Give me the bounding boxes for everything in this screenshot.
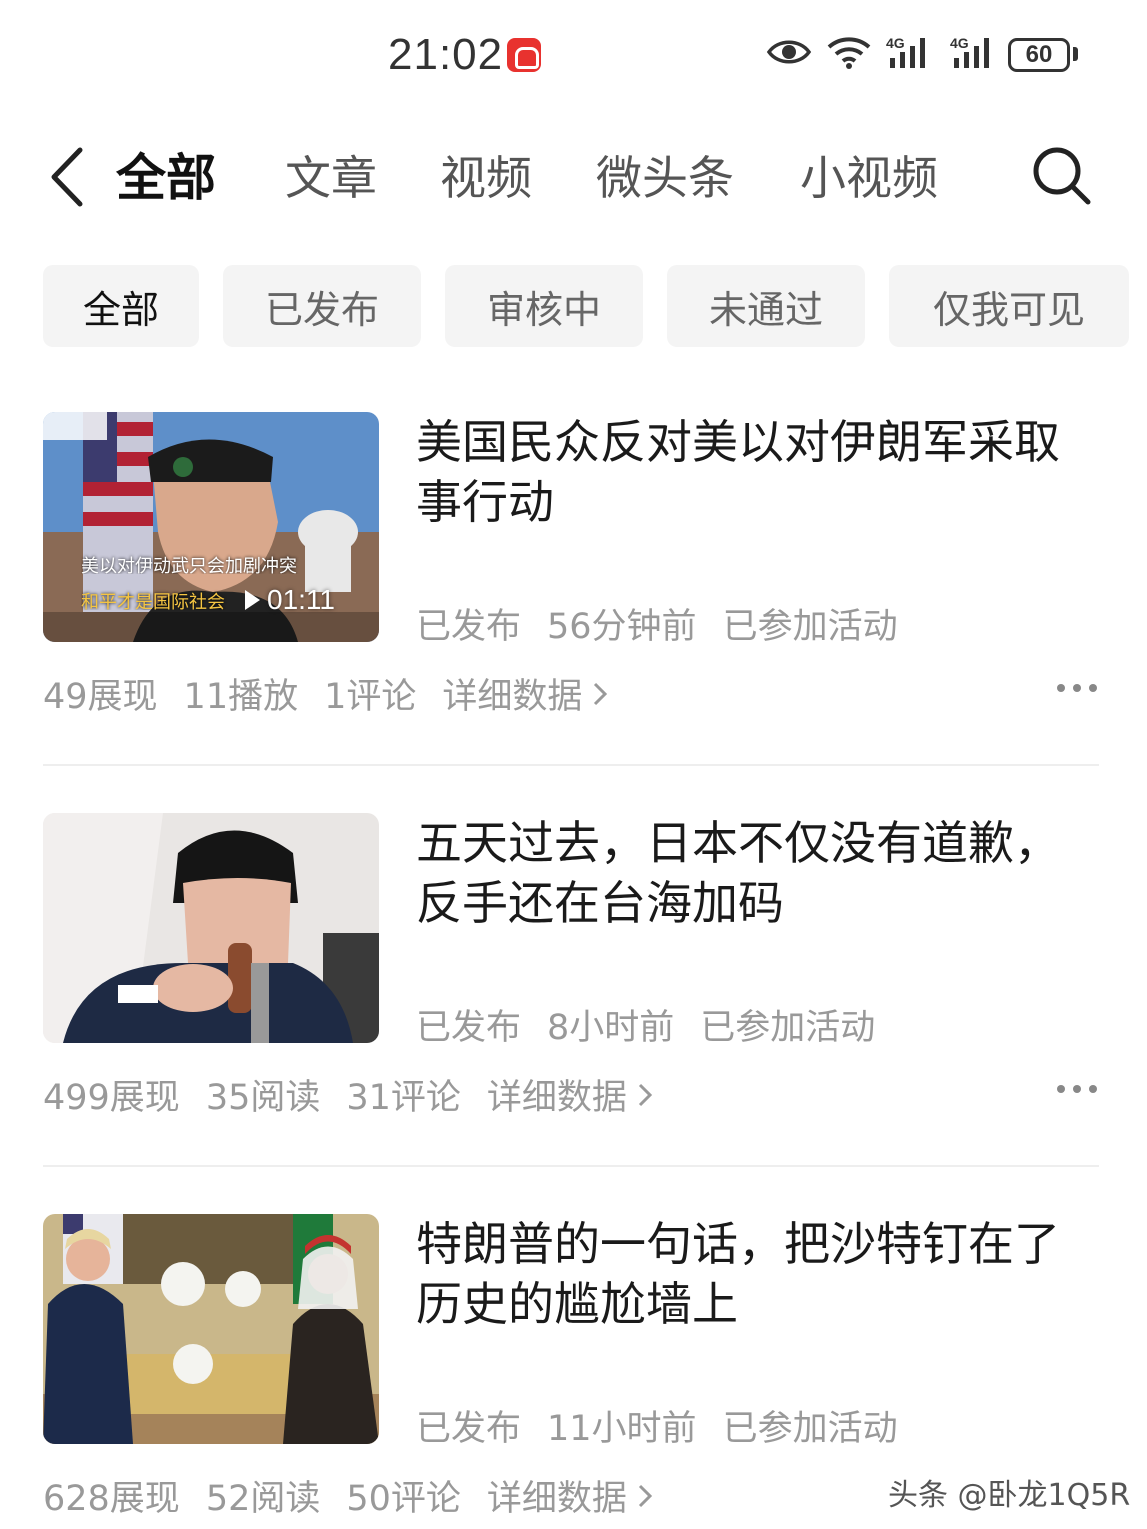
detail-data-link[interactable]: 详细数据 xyxy=(487,1470,653,1521)
battery-cap xyxy=(1073,47,1078,61)
detail-data-link[interactable]: 详细数据 xyxy=(487,1069,653,1120)
network-label-2: 4G xyxy=(950,35,969,51)
watermark: 头条 @卧龙1Q5R xyxy=(888,1478,1131,1513)
thumbnail-image xyxy=(43,1214,379,1444)
eye-icon xyxy=(766,40,812,64)
impressions-count: 49展现 xyxy=(43,677,158,717)
status-bar: 21:02 4G 4G 60 xyxy=(0,0,1147,110)
publish-time: 56分钟前 xyxy=(547,607,697,647)
signal-icon-1: 4G xyxy=(886,35,925,68)
status-time: 21:02 xyxy=(388,30,504,79)
reads-count: 35阅读 xyxy=(205,1078,321,1118)
reads-count: 52阅读 xyxy=(205,1479,321,1519)
item-meta: 已发布 8小时前 已参加活动 xyxy=(416,999,875,1050)
tab-all[interactable]: 全部 xyxy=(116,138,216,210)
article-thumbnail[interactable] xyxy=(43,813,379,1043)
app-notification-icon xyxy=(507,38,541,72)
wifi-icon xyxy=(827,37,871,69)
filter-under-review[interactable]: 审核中 xyxy=(445,265,643,347)
search-icon[interactable] xyxy=(1030,144,1092,206)
tab-articles[interactable]: 文章 xyxy=(285,142,377,208)
signal-icon-2: 4G xyxy=(950,35,989,68)
article-thumbnail[interactable] xyxy=(43,1214,379,1444)
item-title[interactable]: 五天过去，日本不仅没有道歉，反手还在台海加码 xyxy=(416,813,1096,933)
publish-status: 已发布 xyxy=(416,1008,522,1048)
filter-all[interactable]: 全部 xyxy=(43,265,199,347)
video-thumbnail[interactable]: 美以对伊动武只会加剧冲突 和平才是国际社会 01:11 xyxy=(43,412,379,642)
network-label-1: 4G xyxy=(886,35,905,51)
publish-status: 已发布 xyxy=(416,1409,522,1449)
back-arrow-icon[interactable] xyxy=(46,146,86,208)
video-duration: 01:11 xyxy=(243,584,335,616)
activity-status: 已参加活动 xyxy=(722,607,898,647)
duration-label: 01:11 xyxy=(267,584,335,615)
comments-count: 31评论 xyxy=(346,1078,461,1118)
more-options-icon[interactable] xyxy=(1055,1083,1099,1095)
chevron-right-icon xyxy=(638,1083,653,1106)
top-navigation: 全部 文章 视频 微头条 小视频 xyxy=(0,120,1147,230)
divider xyxy=(43,1165,1099,1167)
thumbnail-caption-line1: 美以对伊动武只会加剧冲突 xyxy=(81,556,297,574)
activity-status: 已参加活动 xyxy=(722,1409,898,1449)
filter-rejected[interactable]: 未通过 xyxy=(667,265,865,347)
item-stats: 628展现 52阅读 50评论 详细数据 xyxy=(43,1470,653,1521)
chevron-right-icon xyxy=(594,682,608,705)
item-stats: 49展现 11播放 1评论 详细数据 xyxy=(43,668,608,719)
filter-published[interactable]: 已发布 xyxy=(223,265,421,347)
battery-indicator: 60 xyxy=(1008,38,1070,72)
impressions-count: 499展现 xyxy=(43,1078,180,1118)
item-stats: 499展现 35阅读 31评论 详细数据 xyxy=(43,1069,653,1120)
divider xyxy=(43,764,1099,766)
status-filter-bar: 全部 已发布 审核中 未通过 仅我可见 xyxy=(43,265,1129,347)
tab-short-videos[interactable]: 小视频 xyxy=(800,142,938,208)
content-item[interactable]: 美以对伊动武只会加剧冲突 和平才是国际社会 01:11 美国民众反对美以对伊朗军… xyxy=(43,412,1099,766)
play-icon xyxy=(245,590,260,610)
activity-status: 已参加活动 xyxy=(700,1008,876,1048)
comments-count: 1评论 xyxy=(324,677,417,717)
thumbnail-caption-line2: 和平才是国际社会 xyxy=(81,592,225,610)
publish-time: 11小时前 xyxy=(547,1409,697,1449)
item-title[interactable]: 美国民众反对美以对伊朗军采取事行动 xyxy=(416,412,1096,532)
impressions-count: 628展现 xyxy=(43,1479,180,1519)
detail-data-label: 详细数据 xyxy=(442,677,583,717)
item-meta: 已发布 11小时前 已参加活动 xyxy=(416,1400,898,1451)
content-item[interactable]: 五天过去，日本不仅没有道歉，反手还在台海加码 已发布 8小时前 已参加活动 49… xyxy=(43,813,1099,1167)
filter-private[interactable]: 仅我可见 xyxy=(889,265,1129,347)
tab-micro-posts[interactable]: 微头条 xyxy=(596,142,734,208)
thumbnail-image xyxy=(43,813,379,1043)
plays-count: 11播放 xyxy=(183,677,299,717)
tab-videos[interactable]: 视频 xyxy=(440,142,532,208)
detail-data-label: 详细数据 xyxy=(486,1479,627,1519)
chevron-right-icon xyxy=(638,1484,653,1507)
comments-count: 50评论 xyxy=(346,1479,461,1519)
detail-data-link[interactable]: 详细数据 xyxy=(442,668,608,719)
item-meta: 已发布 56分钟前 已参加活动 xyxy=(416,598,898,649)
publish-time: 8小时前 xyxy=(547,1008,675,1048)
publish-status: 已发布 xyxy=(416,607,522,647)
detail-data-label: 详细数据 xyxy=(486,1078,627,1118)
item-title[interactable]: 特朗普的一句话，把沙特钉在了历史的尴尬墙上 xyxy=(416,1214,1096,1334)
more-options-icon[interactable] xyxy=(1055,682,1099,694)
